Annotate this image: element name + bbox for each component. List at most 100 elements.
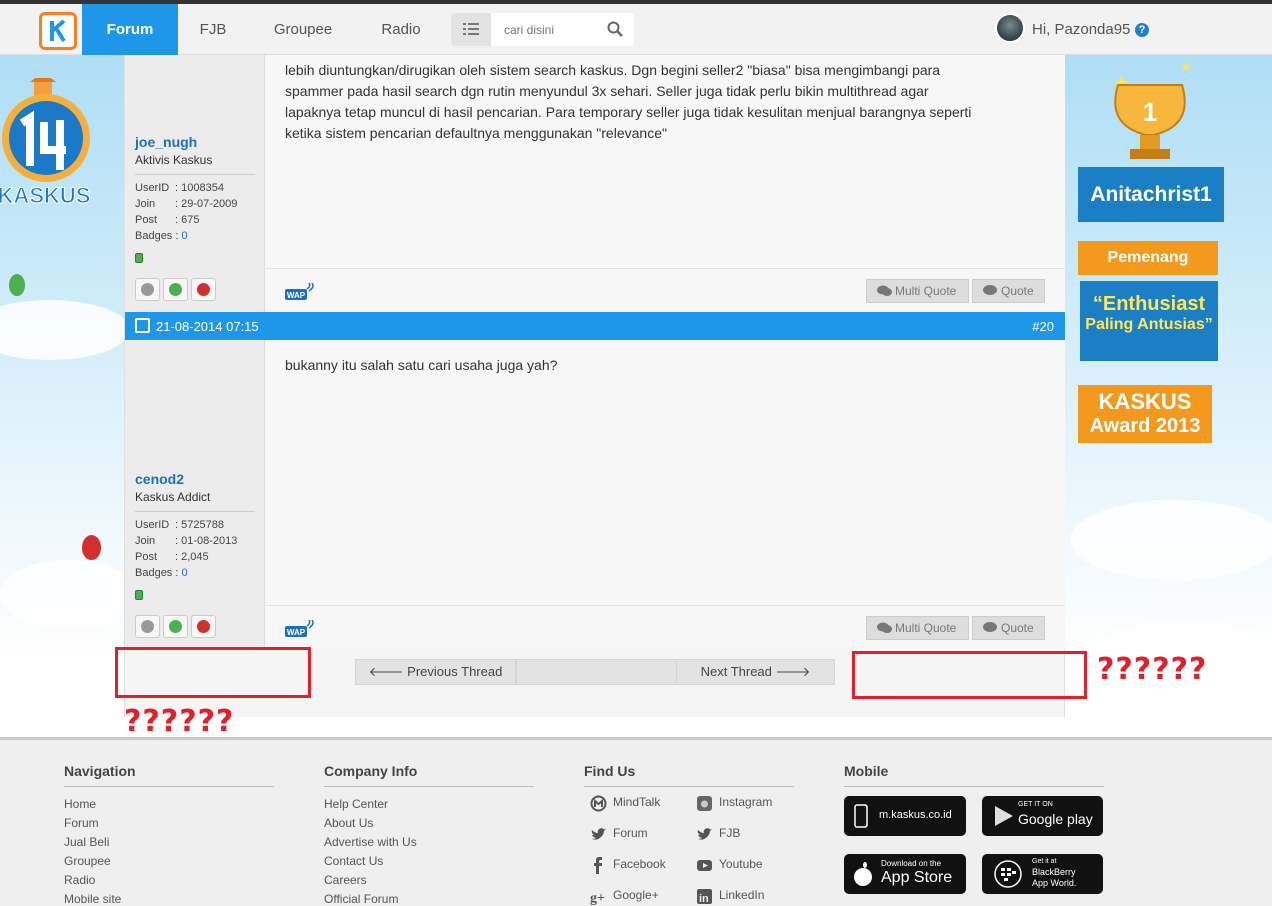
award-pemenang: Pemenang bbox=[1078, 241, 1218, 275]
footer-link-about-us[interactable]: About Us bbox=[324, 816, 373, 830]
findus-twitter-fjb[interactable]: FJB bbox=[694, 826, 740, 840]
tab-radio[interactable]: Radio bbox=[370, 4, 432, 55]
post-text-line: spammer pada hasil search dgn rutin meny… bbox=[285, 83, 929, 99]
tab-fjb[interactable]: FJB bbox=[188, 4, 238, 55]
post-count-label: Post bbox=[135, 551, 158, 563]
ignore-user-button[interactable] bbox=[135, 615, 160, 638]
multi-quote-icon bbox=[877, 285, 892, 296]
badges-count[interactable]: 0 bbox=[181, 230, 187, 242]
footer-link-advertise[interactable]: Advertise with Us bbox=[324, 835, 417, 849]
phone-icon bbox=[854, 804, 868, 828]
app-store-button[interactable]: Download on the App Store bbox=[844, 854, 966, 894]
list-icon[interactable] bbox=[463, 22, 479, 36]
findus-googleplus[interactable]: g+ Google+ bbox=[588, 888, 659, 905]
post-text: bukanny itu salah satu cari usaha juga y… bbox=[285, 357, 558, 373]
footer-link-groupee[interactable]: Groupee bbox=[64, 854, 111, 868]
quote-button[interactable]: Quote bbox=[972, 616, 1045, 640]
avatar[interactable] bbox=[995, 13, 1025, 43]
quote-icon bbox=[983, 622, 997, 632]
footer-link-radio[interactable]: Radio bbox=[64, 873, 95, 887]
annotation-marks-left: ?????? bbox=[124, 704, 235, 739]
footer-link-contact-us[interactable]: Contact Us bbox=[324, 854, 383, 868]
post-username[interactable]: cenod2 bbox=[135, 471, 184, 487]
quote-button[interactable]: Quote bbox=[972, 279, 1045, 303]
quote-label: Quote bbox=[1001, 284, 1034, 298]
google-play-small: GET IT ON bbox=[1018, 801, 1053, 808]
google-play-icon bbox=[995, 806, 1013, 826]
join-value: : 29-07-2009 bbox=[175, 198, 238, 210]
annotation-marks-right: ?????? bbox=[1097, 652, 1208, 687]
post-username[interactable]: joe_nugh bbox=[135, 134, 197, 150]
findus-facebook-label: Facebook bbox=[613, 857, 666, 871]
search-input[interactable] bbox=[491, 13, 601, 46]
divider bbox=[135, 174, 255, 175]
online-status-icon bbox=[135, 253, 143, 263]
blackberry-line2: App World. bbox=[1032, 878, 1077, 888]
tab-groupee[interactable]: Groupee bbox=[262, 4, 344, 55]
online-status-icon bbox=[135, 590, 143, 600]
wap-icon: WAP bbox=[285, 282, 315, 300]
post-header: 21-08-2014 07:15 #20 bbox=[125, 312, 1065, 340]
help-icon[interactable]: ? bbox=[1135, 23, 1149, 37]
wap-label: WAP bbox=[287, 628, 306, 637]
blackberry-icon bbox=[994, 860, 1022, 888]
findus-googleplus-label: Google+ bbox=[613, 888, 659, 902]
app-store-label: App Store bbox=[881, 869, 953, 886]
findus-facebook[interactable]: Facebook bbox=[588, 857, 666, 874]
add-reputation-button[interactable] bbox=[163, 615, 188, 638]
search-icon bbox=[607, 21, 623, 37]
next-thread-button[interactable]: Next Thread 🡒 bbox=[676, 659, 835, 685]
join-value: : 01-08-2013 bbox=[175, 535, 238, 547]
post-text: lebih diuntungkan/dirugikan oleh sistem … bbox=[285, 60, 1055, 144]
footer-link-jual-beli[interactable]: Jual Beli bbox=[64, 835, 109, 849]
post-count-label: Post bbox=[135, 214, 158, 226]
user-id-label: UserID bbox=[135, 519, 170, 531]
mindtalk-icon bbox=[590, 795, 607, 812]
join-date: Join: 29-07-2009 bbox=[135, 198, 237, 210]
arrow-left-icon: 🡐 bbox=[368, 664, 404, 679]
footer-mobile: Mobile m.kaskus.co.id GET IT ON Google p… bbox=[844, 763, 1104, 894]
findus-instagram[interactable]: Instagram bbox=[694, 795, 772, 811]
wap-icon: WAP bbox=[285, 619, 315, 637]
site-footer: Navigation Home Forum Jual Beli Groupee … bbox=[0, 737, 1272, 906]
badges-label: Badges : bbox=[135, 230, 179, 242]
mkaskus-button[interactable]: m.kaskus.co.id bbox=[844, 796, 966, 836]
award-banner[interactable]: 1 Anitachrist1 Pemenang “Enthusiast Pali… bbox=[1066, 55, 1236, 455]
post-date: 21-08-2014 07:15 bbox=[156, 319, 259, 334]
footer-link-official-forum[interactable]: Official Forum bbox=[324, 892, 398, 906]
report-button[interactable] bbox=[191, 278, 216, 301]
alert-icon bbox=[197, 283, 210, 296]
user-greeting[interactable]: Hi, Pazonda95 bbox=[1032, 21, 1130, 38]
blackberry-button[interactable]: Get it at BlackBerry App World. bbox=[982, 854, 1103, 894]
add-reputation-button[interactable] bbox=[163, 278, 188, 301]
badges: Badges : 0 bbox=[135, 230, 188, 242]
findus-mindtalk[interactable]: MindTalk bbox=[588, 795, 660, 812]
ignore-user-button[interactable] bbox=[135, 278, 160, 301]
footer-link-mobile-site[interactable]: Mobile site bbox=[64, 892, 121, 906]
search-button[interactable] bbox=[601, 13, 634, 46]
google-play-button[interactable]: GET IT ON Google play bbox=[982, 796, 1103, 836]
tab-forum[interactable]: Forum bbox=[82, 4, 178, 55]
checkbox-icon[interactable] bbox=[135, 318, 150, 333]
footer-findus-title: Find Us bbox=[584, 763, 794, 787]
previous-thread-button[interactable]: 🡐 Previous Thread bbox=[355, 659, 516, 685]
youtube-icon bbox=[697, 860, 712, 871]
previous-thread-label: Previous Thread bbox=[407, 664, 503, 679]
kaskus-anniversary-badge: KASKUS bbox=[0, 72, 100, 218]
footer-link-help-center[interactable]: Help Center bbox=[324, 797, 388, 811]
findus-youtube-label: Youtube bbox=[719, 857, 763, 871]
findus-linkedin[interactable]: in LinkedIn bbox=[694, 888, 764, 905]
footer-link-careers[interactable]: Careers bbox=[324, 873, 367, 887]
kaskus-logo[interactable] bbox=[39, 12, 77, 50]
badges-count[interactable]: 0 bbox=[181, 567, 187, 579]
findus-youtube[interactable]: Youtube bbox=[694, 857, 763, 871]
footer-link-forum[interactable]: Forum bbox=[64, 816, 99, 830]
multi-quote-button[interactable]: Multi Quote bbox=[866, 616, 969, 640]
report-button[interactable] bbox=[191, 615, 216, 638]
award-title-line2: Award 2013 bbox=[1089, 415, 1201, 437]
post-number[interactable]: #20 bbox=[1032, 319, 1054, 334]
findus-twitter-forum[interactable]: Forum bbox=[588, 826, 648, 840]
user-id: UserID: 1008354 bbox=[135, 182, 224, 194]
footer-link-home[interactable]: Home bbox=[64, 797, 96, 811]
multi-quote-button[interactable]: Multi Quote bbox=[866, 279, 969, 303]
